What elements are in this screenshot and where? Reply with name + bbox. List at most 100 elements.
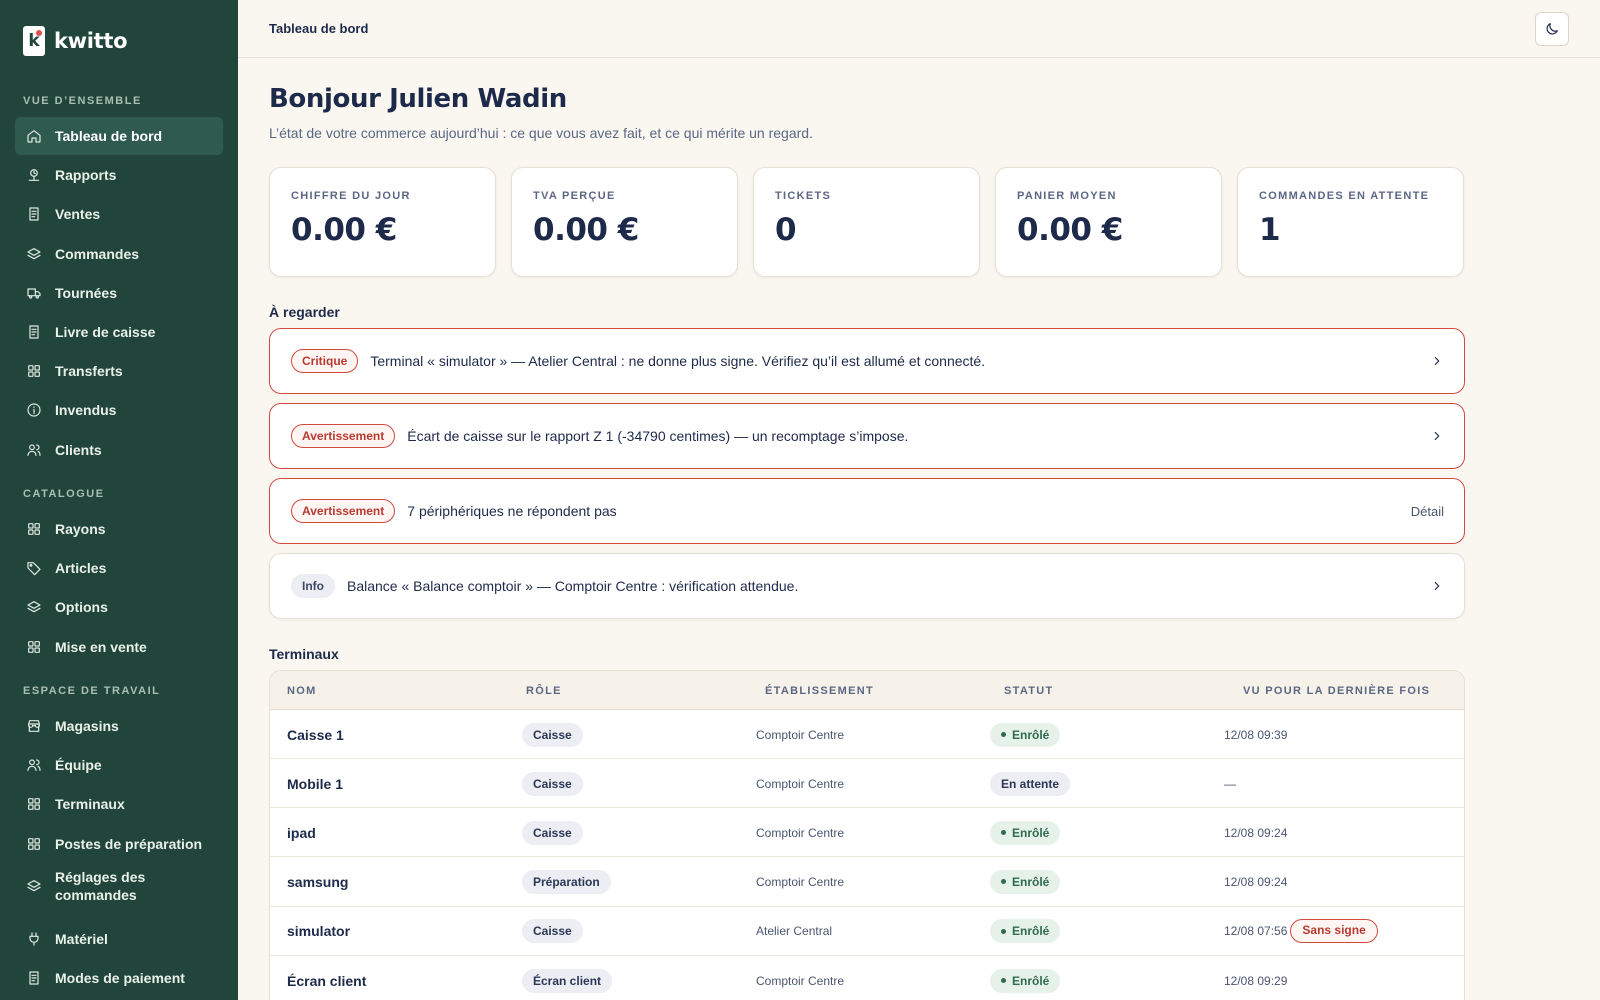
sidebar-item-label: Tournées <box>55 284 117 301</box>
grid-icon <box>26 639 42 655</box>
establishment-cell: Comptoir Centre <box>756 727 845 742</box>
sidebar-item-transferts[interactable]: Transferts <box>15 352 223 390</box>
table-row[interactable]: ipad Caisse Comptoir Centre Enrôlé 12/08 09:… <box>270 808 1464 858</box>
sidebar-item-label: Options <box>55 599 108 616</box>
status-cell: En attente <box>990 759 1071 808</box>
sidebar-item-terminaux[interactable]: Terminaux <box>15 785 223 823</box>
terminal-name: simulator <box>287 923 351 940</box>
establishment-cell: Comptoir Centre <box>756 875 845 890</box>
role-cell: Écran client <box>522 956 613 1000</box>
terminal-name: Écran client <box>287 972 367 989</box>
sidebar-section-title: ESPACE DE TRAVAIL <box>23 685 161 697</box>
column-header[interactable]: STATUT <box>1004 685 1054 697</box>
moon-icon <box>1546 23 1558 35</box>
grid-icon <box>26 796 42 812</box>
sidebar-item-tournees[interactable]: Tournées <box>15 274 223 312</box>
sidebar-item-options[interactable]: Options <box>15 588 223 626</box>
sidebar-item-label: Rayons <box>55 521 106 537</box>
brand-name: kwitto <box>54 29 128 53</box>
alert-info-scale[interactable]: Info Balance « Balance comptoir » — Comp… <box>269 553 1465 619</box>
alert-level-badge: Avertissement <box>291 424 396 448</box>
establishment-cell: Comptoir Centre <box>756 825 845 840</box>
terminals-table: NOM RÔLE ÉTABLISSEMENT STATUT VU POUR LA… <box>269 670 1465 1000</box>
chevron-right-icon[interactable] <box>1430 554 1444 618</box>
sidebar-item-label: Modes de paiement <box>55 970 185 987</box>
terminal-name: ipad <box>287 824 316 841</box>
status-cell: Enrôlé <box>990 907 1061 956</box>
last-seen-value: 12/08 07:56 <box>1224 924 1288 939</box>
theme-toggle-button[interactable] <box>1535 12 1569 46</box>
kpi-value: 0.00 € <box>533 212 639 248</box>
status-label: Enrôlé <box>1012 924 1050 939</box>
sidebar-item-tableau-de-bord[interactable]: Tableau de bord <box>15 117 223 155</box>
kpi-row: CHIFFRE DU JOUR 0.00 € TVA PERÇUE 0.00 €… <box>269 167 1465 277</box>
brand[interactable]: k kwitto <box>23 26 128 56</box>
role-badge: Caisse <box>522 722 583 747</box>
table-row[interactable]: Caisse 1 Caisse Comptoir Centre Enrôlé 12/08… <box>270 710 1464 759</box>
kpi-value: 0.00 € <box>291 212 397 248</box>
sidebar-item-label: Réglages des commandes <box>55 868 146 903</box>
kpi-value: 0 <box>775 212 797 248</box>
alert-warning-cash[interactable]: Avertissement Écart de caisse sur le rap… <box>269 403 1465 469</box>
establishment-cell: Atelier Central <box>756 924 833 939</box>
users-icon <box>26 757 42 773</box>
table-row[interactable]: Écran client Écran client Comptoir Centre E… <box>270 956 1464 1000</box>
chevron-right-icon[interactable] <box>1430 404 1444 468</box>
status-badge: Enrôlé <box>990 722 1061 747</box>
chevron-right-icon[interactable] <box>1430 329 1444 393</box>
sidebar-item-rapports[interactable]: Rapports <box>15 156 223 194</box>
column-header[interactable]: VU POUR LA DERNIÈRE FOIS <box>1243 685 1430 697</box>
sidebar-item-reglages-des-commandes[interactable]: Réglages des commandes <box>15 864 223 908</box>
sidebar-item-magasins[interactable]: Magasins <box>15 707 223 745</box>
store-icon <box>26 718 42 734</box>
sidebar-item-livre-de-caisse[interactable]: Livre de caisse <box>15 313 223 351</box>
sidebar-item-postes-de-preparation[interactable]: Postes de préparation <box>15 825 223 863</box>
status-badge: Enrôlé <box>990 919 1061 944</box>
sidebar-item-commandes[interactable]: Commandes <box>15 235 223 273</box>
role-badge: Écran client <box>522 968 613 993</box>
role-cell: Caisse <box>522 710 583 759</box>
status-badge: Enrôlé <box>990 870 1061 895</box>
kpi-value: 0.00 € <box>1017 212 1123 248</box>
status-label: Enrôlé <box>1012 875 1050 890</box>
sidebar-item-clients[interactable]: Clients <box>15 431 223 469</box>
alert-text: 7 périphériques ne répondent pas <box>407 503 617 519</box>
role-badge: Préparation <box>522 870 611 895</box>
sidebar-item-label: Tableau de bord <box>55 128 163 144</box>
sidebar-item-ventes[interactable]: Ventes <box>15 195 223 233</box>
sidebar-item-articles[interactable]: Articles <box>15 549 223 587</box>
last-seen-cell: 12/08 09:39 <box>1224 710 1287 759</box>
tag-icon <box>26 560 42 576</box>
table-row[interactable]: simulator Caisse Atelier Central Enrôlé 12/0… <box>270 907 1464 956</box>
layers-icon <box>26 246 42 262</box>
sidebar-item-invendus[interactable]: Invendus <box>15 391 223 429</box>
kpi-label: TVA PERÇUE <box>533 190 616 202</box>
column-header[interactable]: RÔLE <box>526 685 562 697</box>
status-dot-icon <box>1001 830 1006 836</box>
sidebar-item-equipe[interactable]: Équipe <box>15 746 223 784</box>
role-badge: Caisse <box>522 919 583 944</box>
kpi-label: TICKETS <box>775 190 832 202</box>
sidebar-item-rayons[interactable]: Rayons <box>15 510 223 548</box>
page-title: Bonjour Julien Wadin <box>269 84 567 114</box>
column-header[interactable]: ÉTABLISSEMENT <box>765 685 874 697</box>
kpi-label: COMMANDES EN ATTENTE <box>1259 190 1430 202</box>
alert-critical-terminal[interactable]: Critique Terminal « simulator » — Atelie… <box>269 328 1465 394</box>
sidebar-item-modes-de-paiement[interactable]: Modes de paiement <box>15 959 223 997</box>
last-seen-cell: 12/08 07:56 Sans signe <box>1224 907 1378 956</box>
role-cell: Préparation <box>522 858 611 907</box>
column-header[interactable]: NOM <box>287 685 317 697</box>
status-cell: Enrôlé <box>990 858 1061 907</box>
last-seen-value: — <box>1224 776 1236 791</box>
table-row[interactable]: Mobile 1 Caisse Comptoir Centre En attente — <box>270 759 1464 809</box>
home-icon <box>26 128 42 144</box>
status-label: En attente <box>1001 776 1060 791</box>
last-seen-value: 12/08 09:24 <box>1224 875 1288 890</box>
truck-icon <box>26 285 42 301</box>
last-seen-cell: 12/08 09:24 <box>1224 808 1287 857</box>
alert-warning-devices[interactable]: Avertissement 7 périphériques ne réponde… <box>269 478 1465 544</box>
table-row[interactable]: samsung Préparation Comptoir Centre Enrôlé 1… <box>270 858 1464 907</box>
detail-link[interactable]: Détail <box>1411 479 1444 543</box>
sidebar-item-mise-en-vente[interactable]: Mise en vente <box>15 628 223 666</box>
sidebar-item-materiel[interactable]: Matériel <box>15 920 223 958</box>
